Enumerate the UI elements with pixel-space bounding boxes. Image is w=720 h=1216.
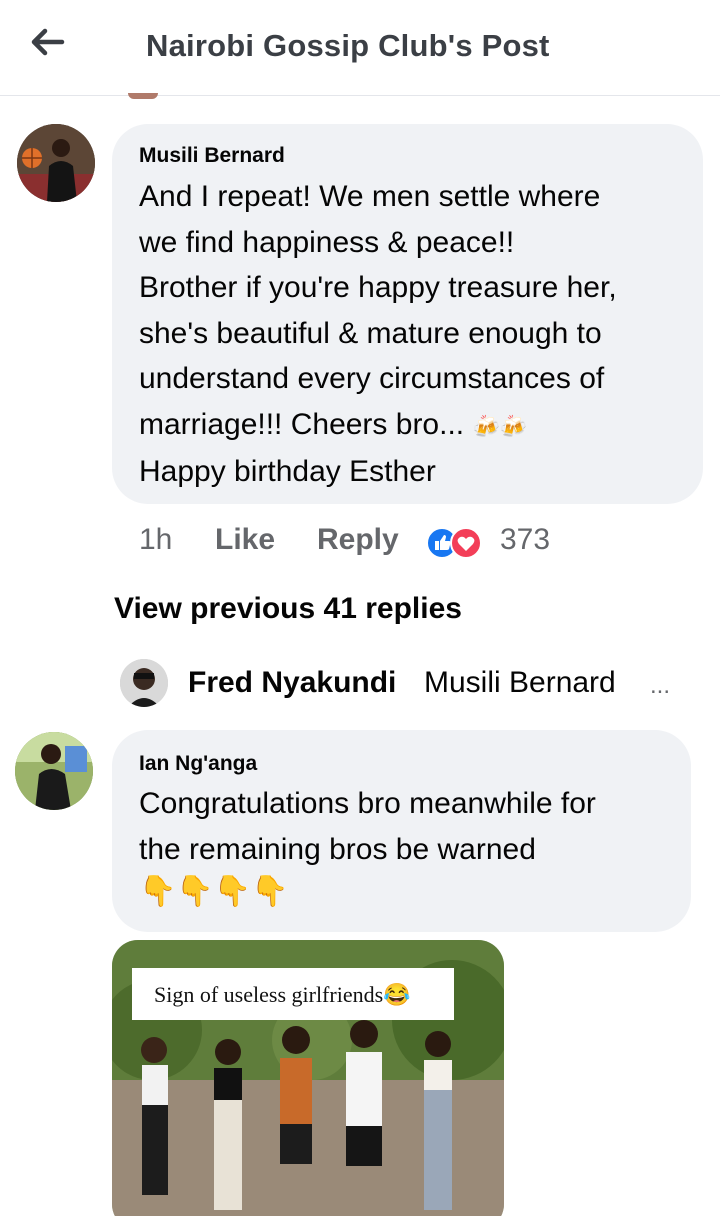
comment-text: Congratulations bro meanwhile for the re… (139, 781, 684, 912)
comment-line: the remaining bros be warned (139, 832, 536, 866)
laughing-emoji: 😂 (383, 982, 411, 1007)
reply-ellipsis: ... (650, 672, 671, 699)
comment-line: And I repeat! We men settle where (139, 180, 601, 213)
comment-line: understand every circumstances of (139, 362, 605, 395)
comment-text: And I repeat! We men settle where we fin… (139, 174, 694, 495)
reply-button[interactable]: Reply (317, 523, 399, 557)
comment-line: we find happiness & peace!! (139, 225, 515, 259)
reaction-count: 373 (500, 523, 551, 556)
comment-author[interactable]: Ian Ng'anga (139, 752, 257, 776)
top-bar: Nairobi Gossip Club's Post (0, 0, 720, 96)
comment-line: marriage!!! Cheers bro... 🍻🍻 (139, 402, 694, 450)
avatar-ian-nganga[interactable] (15, 732, 93, 810)
comment-line: she's beautiful & mature enough to (139, 316, 602, 350)
user-photo (120, 659, 168, 707)
back-button[interactable] (26, 22, 70, 62)
comment-line: Congratulations bro meanwhile for (139, 787, 596, 820)
comment-line: Brother if you're happy treasure her, (139, 271, 617, 304)
view-previous-replies-link[interactable]: View previous 41 replies (114, 592, 462, 626)
like-button[interactable]: Like (215, 523, 275, 557)
comment-photo[interactable]: Sign of useless girlfriends😂 (112, 940, 504, 1216)
reply-author[interactable]: Fred Nyakundi (188, 666, 396, 700)
avatar-fred-nyakundi[interactable] (120, 659, 168, 707)
photo-caption-banner: Sign of useless girlfriends😂 (132, 968, 454, 1020)
comment-line-text: marriage!!! Cheers bro... (139, 407, 465, 441)
previous-avatar-fragment (128, 93, 158, 99)
arrow-left-icon (31, 28, 65, 56)
page-title: Nairobi Gossip Club's Post (146, 28, 550, 63)
avatar-musili-bernard[interactable] (17, 124, 95, 202)
user-photo (17, 124, 95, 202)
reactions[interactable]: 373 (426, 523, 566, 561)
love-reaction-icon (450, 527, 482, 559)
comment-line: Happy birthday Esther (139, 455, 436, 488)
beer-emoji: 🍻🍻 (472, 413, 528, 439)
comment-author[interactable]: Musili Bernard (139, 144, 285, 168)
photo-caption: Sign of useless girlfriends (154, 982, 384, 1007)
user-photo (15, 732, 93, 810)
reply-preview-text[interactable]: Musili Bernard (424, 666, 616, 700)
pointing-down-emoji: 👇👇👇👇 (139, 875, 289, 908)
comment-time: 1h (139, 523, 173, 556)
